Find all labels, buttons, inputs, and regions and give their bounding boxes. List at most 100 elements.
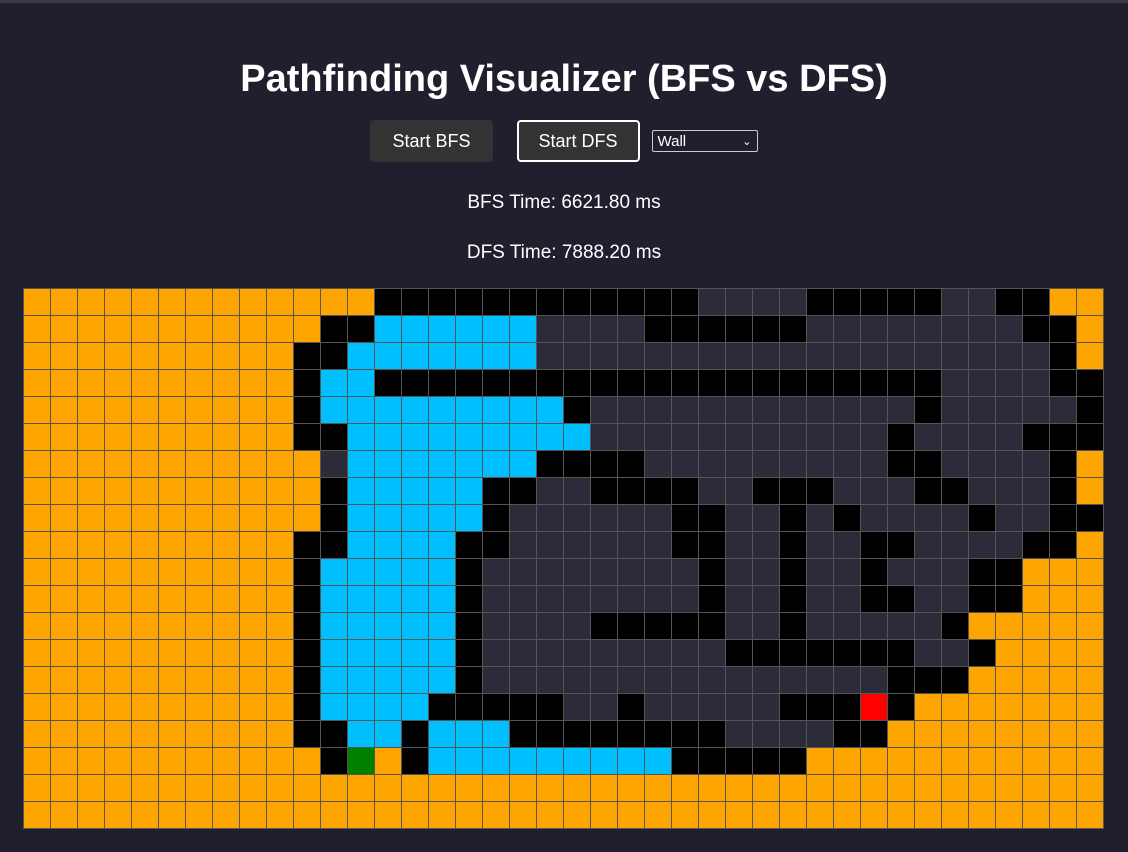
visited-cell[interactable]	[294, 802, 320, 828]
unvisited-cell[interactable]	[483, 613, 509, 639]
wall-cell[interactable]	[699, 586, 725, 612]
unvisited-cell[interactable]	[726, 289, 752, 315]
unvisited-cell[interactable]	[807, 397, 833, 423]
unvisited-cell[interactable]	[834, 316, 860, 342]
unvisited-cell[interactable]	[564, 343, 590, 369]
path-cell[interactable]	[375, 667, 401, 693]
wall-cell[interactable]	[456, 370, 482, 396]
unvisited-cell[interactable]	[699, 289, 725, 315]
path-cell[interactable]	[456, 316, 482, 342]
visited-cell[interactable]	[753, 775, 779, 801]
wall-cell[interactable]	[510, 478, 536, 504]
wall-cell[interactable]	[672, 721, 698, 747]
visited-cell[interactable]	[780, 802, 806, 828]
unvisited-cell[interactable]	[780, 721, 806, 747]
visited-cell[interactable]	[24, 451, 50, 477]
visited-cell[interactable]	[78, 370, 104, 396]
visited-cell[interactable]	[591, 802, 617, 828]
unvisited-cell[interactable]	[807, 586, 833, 612]
visited-cell[interactable]	[915, 721, 941, 747]
visited-cell[interactable]	[105, 694, 131, 720]
visited-cell[interactable]	[1023, 802, 1049, 828]
wall-cell[interactable]	[672, 370, 698, 396]
visited-cell[interactable]	[24, 505, 50, 531]
path-cell[interactable]	[429, 640, 455, 666]
wall-cell[interactable]	[1050, 370, 1076, 396]
unvisited-cell[interactable]	[645, 505, 671, 531]
wall-cell[interactable]	[888, 451, 914, 477]
visited-cell[interactable]	[186, 748, 212, 774]
visited-cell[interactable]	[213, 802, 239, 828]
visited-cell[interactable]	[105, 478, 131, 504]
unvisited-cell[interactable]	[834, 532, 860, 558]
visited-cell[interactable]	[537, 775, 563, 801]
wall-cell[interactable]	[456, 532, 482, 558]
wall-cell[interactable]	[807, 640, 833, 666]
visited-cell[interactable]	[213, 532, 239, 558]
wall-cell[interactable]	[861, 559, 887, 585]
wall-cell[interactable]	[618, 451, 644, 477]
path-cell[interactable]	[321, 667, 347, 693]
visited-cell[interactable]	[24, 613, 50, 639]
unvisited-cell[interactable]	[915, 532, 941, 558]
visited-cell[interactable]	[78, 289, 104, 315]
wall-cell[interactable]	[699, 559, 725, 585]
visited-cell[interactable]	[51, 478, 77, 504]
visited-cell[interactable]	[267, 316, 293, 342]
visited-cell[interactable]	[969, 775, 995, 801]
unvisited-cell[interactable]	[591, 640, 617, 666]
wall-cell[interactable]	[672, 478, 698, 504]
visited-cell[interactable]	[996, 748, 1022, 774]
unvisited-cell[interactable]	[888, 613, 914, 639]
visited-cell[interactable]	[267, 802, 293, 828]
wall-cell[interactable]	[915, 667, 941, 693]
visited-cell[interactable]	[159, 802, 185, 828]
visited-cell[interactable]	[267, 667, 293, 693]
visited-cell[interactable]	[186, 775, 212, 801]
visited-cell[interactable]	[834, 775, 860, 801]
visited-cell[interactable]	[942, 721, 968, 747]
visited-cell[interactable]	[240, 397, 266, 423]
visited-cell[interactable]	[915, 748, 941, 774]
unvisited-cell[interactable]	[753, 397, 779, 423]
visited-cell[interactable]	[186, 586, 212, 612]
wall-cell[interactable]	[834, 640, 860, 666]
visited-cell[interactable]	[24, 586, 50, 612]
visited-cell[interactable]	[186, 424, 212, 450]
visited-cell[interactable]	[24, 397, 50, 423]
wall-cell[interactable]	[726, 316, 752, 342]
unvisited-cell[interactable]	[726, 721, 752, 747]
wall-cell[interactable]	[321, 721, 347, 747]
visited-cell[interactable]	[1077, 532, 1103, 558]
path-cell[interactable]	[510, 397, 536, 423]
path-cell[interactable]	[321, 613, 347, 639]
visited-cell[interactable]	[159, 316, 185, 342]
visited-cell[interactable]	[24, 532, 50, 558]
visited-cell[interactable]	[1050, 559, 1076, 585]
path-cell[interactable]	[429, 451, 455, 477]
visited-cell[interactable]	[132, 451, 158, 477]
visited-cell[interactable]	[132, 775, 158, 801]
unvisited-cell[interactable]	[726, 478, 752, 504]
path-cell[interactable]	[321, 397, 347, 423]
visited-cell[interactable]	[51, 343, 77, 369]
unvisited-cell[interactable]	[618, 559, 644, 585]
visited-cell[interactable]	[294, 316, 320, 342]
visited-cell[interactable]	[267, 289, 293, 315]
visited-cell[interactable]	[375, 802, 401, 828]
visited-cell[interactable]	[78, 451, 104, 477]
wall-cell[interactable]	[699, 370, 725, 396]
unvisited-cell[interactable]	[672, 424, 698, 450]
unvisited-cell[interactable]	[834, 397, 860, 423]
wall-cell[interactable]	[537, 721, 563, 747]
visited-cell[interactable]	[24, 559, 50, 585]
unvisited-cell[interactable]	[861, 451, 887, 477]
visited-cell[interactable]	[51, 694, 77, 720]
visited-cell[interactable]	[51, 370, 77, 396]
wall-cell[interactable]	[618, 613, 644, 639]
wall-cell[interactable]	[564, 397, 590, 423]
unvisited-cell[interactable]	[618, 667, 644, 693]
visited-cell[interactable]	[159, 397, 185, 423]
path-cell[interactable]	[618, 748, 644, 774]
visited-cell[interactable]	[105, 559, 131, 585]
